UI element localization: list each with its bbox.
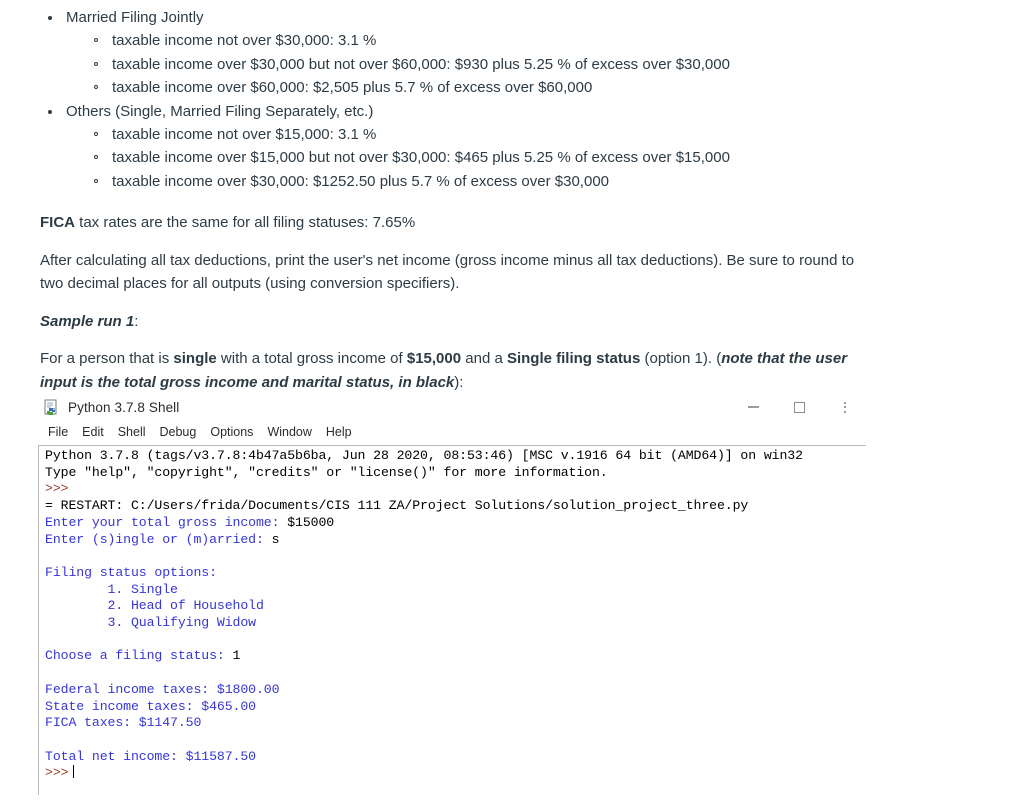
text-cursor xyxy=(73,765,75,779)
sample-run-label: Sample run 1 xyxy=(40,312,135,330)
marital-prompt-label: Enter (s)ingle or (m)arried: xyxy=(45,531,272,547)
bracket-text: taxable income over $15,000 but not over… xyxy=(112,149,730,166)
menu-item-edit[interactable]: Edit xyxy=(82,425,104,439)
choose-prompt-label: Choose a filing status: xyxy=(45,648,233,664)
list-item-others: Others (Single, Married Filing Separatel… xyxy=(44,100,1024,194)
marital-input-value: s xyxy=(271,531,280,547)
console-prompt-1: >>> xyxy=(45,481,69,497)
bullet-label: Others (Single, Married Filing Separatel… xyxy=(66,102,374,120)
console-line-banner-1: Python 3.7.8 (tags/v3.7.8:4b47a5b6ba, Ju… xyxy=(45,448,803,463)
bracket-text: taxable income not over $15,000: 3.1 % xyxy=(112,125,377,143)
instructions-paragraph: After calculating all tax deductions, pr… xyxy=(40,251,855,293)
window-titlebar[interactable]: Python 3.7.8 Shell xyxy=(38,392,868,422)
console-line-choose-prompt: Choose a filing status: 1 xyxy=(45,648,866,665)
window-controls xyxy=(730,392,868,422)
desc-part-5: ): xyxy=(454,373,464,391)
desc-part-1: For a person that is xyxy=(40,350,174,367)
minimize-icon xyxy=(747,406,759,408)
console-blank-2 xyxy=(45,632,866,649)
bullet-ring-icon xyxy=(94,155,98,159)
bracket-text: taxable income over $30,000: $1252.50 pl… xyxy=(112,172,609,190)
menu-item-file[interactable]: File xyxy=(48,425,68,439)
list-item-married-filing-jointly: Married Filing Jointly taxable income no… xyxy=(44,6,1024,100)
desc-part-3: and a xyxy=(461,350,507,367)
window-title: Python 3.7.8 Shell xyxy=(68,399,180,415)
bullet-dot-icon xyxy=(48,16,52,20)
tax-bracket-list: Married Filing Jointly taxable income no… xyxy=(0,6,1024,193)
bullet-ring-icon xyxy=(94,178,98,183)
minimize-button[interactable] xyxy=(730,392,776,422)
console-line-restart: = RESTART: C:/Users/frida/Documents/CIS … xyxy=(45,498,749,514)
desc-bold-amount: $15,000 xyxy=(406,350,462,367)
list-item: taxable income over $30,000 but not over… xyxy=(90,53,1024,77)
menu-item-window[interactable]: Window xyxy=(267,425,311,439)
fica-rest: tax rates are the same for all filing st… xyxy=(75,214,416,231)
bullet-ring-icon xyxy=(94,61,98,66)
sample-run-colon: : xyxy=(134,312,139,330)
bullet-ring-icon xyxy=(94,38,98,42)
console-line-marital-prompt: Enter (s)ingle or (m)arried: s xyxy=(45,532,866,549)
maximize-button[interactable] xyxy=(776,392,822,422)
console-line-filing-option-2: 2. Head of Household xyxy=(45,598,264,614)
bullet-dot-icon xyxy=(48,109,52,114)
desc-part-4: (option 1). ( xyxy=(640,350,722,367)
list-item: taxable income not over $15,000: 3.1 % xyxy=(90,123,1024,147)
prompt-2-label: >>> xyxy=(45,765,69,781)
kebab-menu-icon xyxy=(844,401,846,413)
income-input-value: $15000 xyxy=(287,514,335,530)
fica-label: FICA xyxy=(40,214,75,231)
console-line-state-tax: State income taxes: $465.00 xyxy=(45,698,256,714)
python-idle-window: Python 3.7.8 Shell File Edit Shell Debug… xyxy=(38,392,868,804)
console-line-federal-tax: Federal income taxes: $1800.00 xyxy=(45,681,280,697)
income-prompt-label: Enter your total gross income: xyxy=(45,514,288,530)
desc-bold-single: single xyxy=(173,350,217,367)
list-item: taxable income not over $30,000: 3.1 % xyxy=(90,29,1024,53)
console-line-income-prompt: Enter your total gross income: $15000 xyxy=(45,515,866,532)
bracket-text: taxable income not over $30,000: 3.1 % xyxy=(112,32,377,49)
sample-description: For a person that is single with a total… xyxy=(40,347,860,394)
console-blank-3 xyxy=(45,665,866,682)
list-item: taxable income over $30,000: $1252.50 pl… xyxy=(90,170,1024,194)
assignment-text: Married Filing Jointly taxable income no… xyxy=(0,0,1024,394)
menu-bar: File Edit Shell Debug Options Window Hel… xyxy=(38,422,868,442)
desc-part-2: with a total gross income of xyxy=(216,350,407,367)
bracket-text: taxable income over $60,000: $2,505 plus… xyxy=(112,79,593,96)
sublist-married-filing-jointly: taxable income not over $30,000: 3.1 % t… xyxy=(66,29,1024,100)
console-line-filing-option-1: 1. Single xyxy=(45,581,178,597)
maximize-icon xyxy=(793,401,805,413)
console-line-filing-option-3: 3. Qualifying Widow xyxy=(45,615,257,631)
console-line-total-net-income: Total net income: $11587.50 xyxy=(45,748,256,764)
list-item: taxable income over $60,000: $2,505 plus… xyxy=(90,76,1024,100)
fica-paragraph: FICA tax rates are the same for all fili… xyxy=(40,211,860,235)
menu-item-help[interactable]: Help xyxy=(326,425,352,439)
more-options-button[interactable] xyxy=(822,392,868,422)
list-item: taxable income over $15,000 but not over… xyxy=(90,146,1024,170)
console-line-filing-header: Filing status options: xyxy=(45,564,217,580)
console-prompt-2: >>> xyxy=(45,765,866,782)
bullet-label: Married Filing Jointly xyxy=(66,9,204,26)
bullet-ring-icon xyxy=(94,85,98,89)
console-line-banner-2: Type "help", "copyright", "credits" or "… xyxy=(45,464,608,480)
desc-bold-status: Single filing status xyxy=(506,350,641,367)
sublist-others: taxable income not over $15,000: 3.1 % t… xyxy=(66,123,1024,194)
console-line-fica-tax: FICA taxes: $1147.50 xyxy=(45,715,202,731)
menu-item-options[interactable]: Options xyxy=(210,425,253,439)
console-blank-4 xyxy=(45,732,866,749)
choose-input-value: 1 xyxy=(232,648,241,664)
menu-item-shell[interactable]: Shell xyxy=(118,425,146,439)
shell-console[interactable]: Python 3.7.8 (tags/v3.7.8:4b47a5b6ba, Ju… xyxy=(38,445,866,795)
console-blank-1 xyxy=(45,548,866,565)
menu-item-debug[interactable]: Debug xyxy=(160,425,197,439)
bullet-ring-icon xyxy=(94,131,98,136)
python-idle-icon xyxy=(44,399,61,416)
bracket-text: taxable income over $30,000 but not over… xyxy=(112,55,730,73)
sample-run-heading: Sample run 1: xyxy=(40,310,860,334)
